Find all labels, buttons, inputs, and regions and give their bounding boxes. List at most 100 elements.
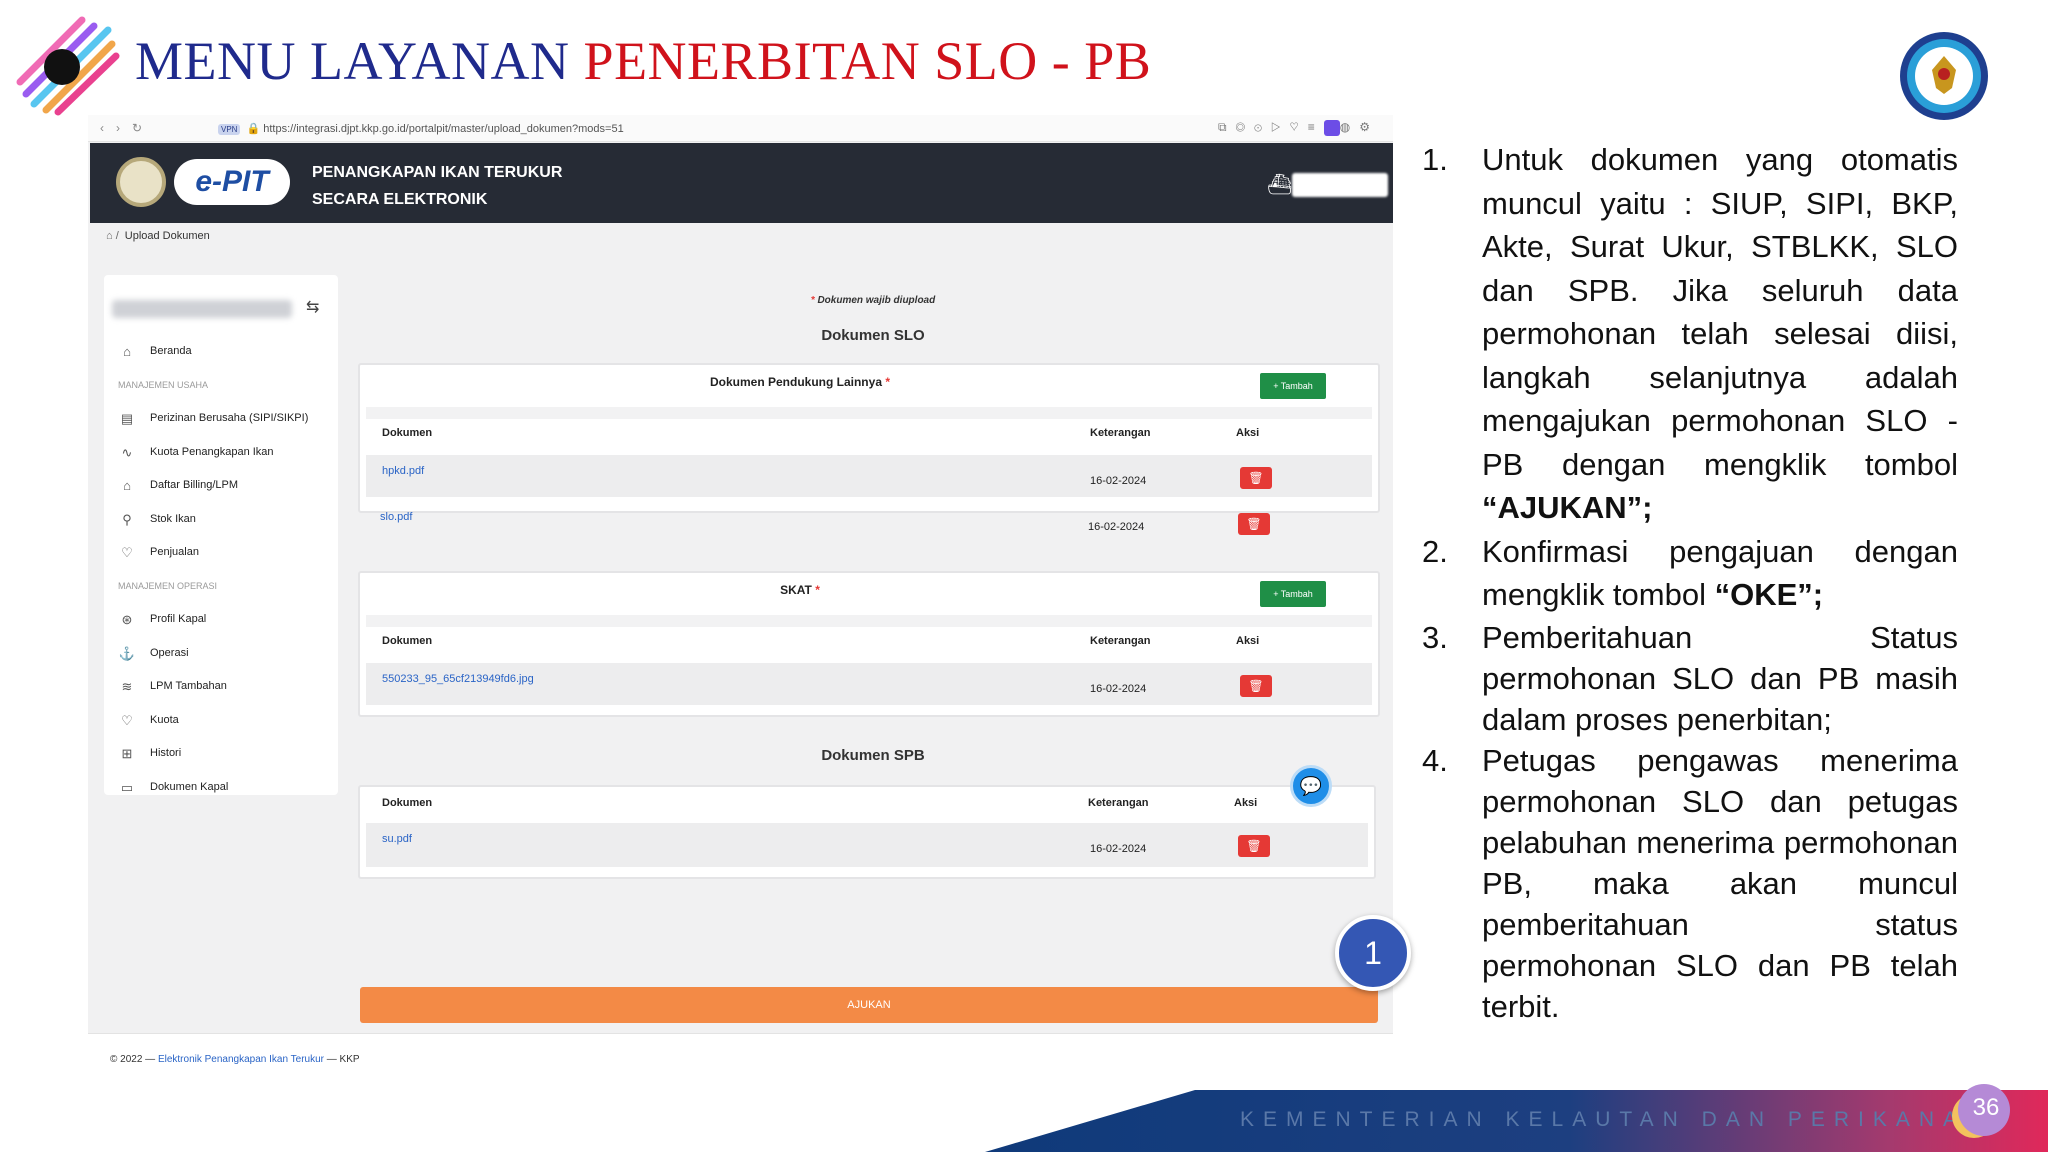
browser-extension-icons[interactable]: ⧉◎⊙▷♡≡ ◍⚙ bbox=[1218, 120, 1379, 136]
trash-icon: 🗑 bbox=[1248, 679, 1264, 693]
trash-icon: 🗑 bbox=[1248, 471, 1264, 485]
spb-section-title: Dokumen SPB bbox=[821, 747, 925, 764]
bank-icon: ⌂ bbox=[123, 478, 131, 493]
upload-date: 16-02-2024 bbox=[1088, 521, 1145, 533]
trash-icon: 🗑 bbox=[1246, 517, 1262, 531]
table-row: su.pdf 16-02-2024 🗑 bbox=[366, 823, 1368, 867]
sidebar-item-dokumen-kapal[interactable]: ▭ Dokumen Kapal bbox=[104, 771, 338, 796]
sidebar-menu: ⌂ Beranda MANAJEMEN USAHA ▤ Perizinan Berusa… bbox=[104, 335, 338, 795]
address-bar[interactable]: VPN 🔒 https://integrasi.djpt.kkp.go.id/po… bbox=[218, 122, 624, 135]
card-title: Dokumen Pendukung Lainnya * bbox=[709, 375, 891, 389]
decorative-brush-logo bbox=[16, 16, 120, 116]
file-link[interactable]: 550233_95_65cf213949fd6.jpg bbox=[382, 673, 534, 685]
sidebar-item-label: Stok Ikan bbox=[150, 512, 196, 525]
archive-icon: ▭ bbox=[120, 779, 134, 795]
delete-button[interactable]: 🗑 bbox=[1240, 467, 1272, 489]
sidebar-item-lpm-tambahan[interactable]: ≋ LPM Tambahan bbox=[104, 670, 338, 704]
shield-heart-icon: ♡ bbox=[121, 712, 133, 728]
card-dokumen-pendukung: Dokumen Pendukung Lainnya * + Tambah Dok… bbox=[358, 363, 1380, 513]
extension-icon[interactable] bbox=[1323, 120, 1340, 136]
sidebar-item-daftar-billing-lpm[interactable]: ⌂ Daftar Billing/LPM bbox=[104, 469, 338, 503]
divider bbox=[366, 407, 1372, 419]
instruction-item: 1. Untuk dokumen yang otomatis muncul yai… bbox=[1422, 142, 1958, 525]
sidebar-item-label: Beranda bbox=[150, 345, 192, 357]
breadcrumb: ⌂ / Upload Dokumen bbox=[106, 230, 210, 242]
table-row: 550233_95_65cf213949fd6.jpg 16-02-2024 🗑 bbox=[366, 663, 1372, 705]
layers-icon: ≋ bbox=[121, 679, 133, 694]
chat-button[interactable]: 💬 bbox=[1290, 765, 1332, 807]
app-header: e-PIT PENANGKAPAN IKAN TERUKUR SECARA EL… bbox=[90, 143, 1393, 223]
breadcrumb-current: Upload Dokumen bbox=[124, 230, 210, 242]
sidebar-item-beranda[interactable]: ⌂ Beranda bbox=[104, 335, 338, 369]
slide-title: MENU LAYANAN PENERBITAN SLO - PB bbox=[135, 31, 1152, 91]
ship-icon[interactable]: ⛴ bbox=[1267, 172, 1292, 197]
sidebar-item-label: Operasi bbox=[150, 646, 189, 659]
footer: © 2022 — Elektronik Penangkapan Ikan Ter… bbox=[88, 1033, 1393, 1083]
add-document-button[interactable]: + Tambah bbox=[1260, 373, 1326, 399]
main-content: * Dokumen wajib diupload Dokumen SLO Dok… bbox=[358, 275, 1388, 995]
sidebar-item-label: Penjualan bbox=[150, 546, 199, 558]
sidebar-item-penjualan[interactable]: ♡ Penjualan bbox=[104, 536, 338, 570]
trash-icon: 🗑 bbox=[1246, 839, 1262, 853]
gov-logo-icon bbox=[116, 157, 166, 207]
sidebar-item-operasi[interactable]: ⚓ Operasi bbox=[104, 637, 338, 671]
sidebar-item-kuota-penangkapan-ikan[interactable]: ∿ Kuota Penangkapan Ikan bbox=[104, 436, 338, 470]
sidebar-item-label: Profil Kapal bbox=[150, 613, 207, 625]
instruction-list: 1. Untuk dokumen yang otomatis muncul yai… bbox=[1422, 138, 1958, 1027]
ajukan-button[interactable]: AJUKAN bbox=[360, 987, 1378, 1023]
delete-button[interactable]: 🗑 bbox=[1238, 835, 1270, 857]
sidebar-item-histori[interactable]: ⊞ Histori bbox=[104, 737, 338, 771]
browser-toolbar: ‹›↻ VPN 🔒 https://integrasi.djpt.kkp.go.i… bbox=[88, 115, 1393, 142]
sidebar-item-label: Daftar Billing/LPM bbox=[150, 479, 239, 491]
delete-button[interactable]: 🗑 bbox=[1240, 675, 1272, 697]
divider bbox=[366, 615, 1372, 627]
anchor-icon: ⚓ bbox=[118, 645, 136, 661]
sidebar-user-name bbox=[112, 300, 292, 318]
file-link[interactable]: su.pdf bbox=[382, 833, 412, 845]
sidebar-item-kuota[interactable]: ♡ Kuota bbox=[104, 704, 338, 738]
sidebar: ⇆ ⌂ Beranda MANAJEMEN USAHA ▤ Perizinan Beru… bbox=[104, 275, 338, 795]
file-link[interactable]: hpkd.pdf bbox=[382, 465, 424, 477]
instruction-item: 3. Pemberitahuan Status permohonan SLO da… bbox=[1422, 619, 1958, 737]
sidebar-item-label: Kuota Penangkapan Ikan bbox=[150, 445, 274, 458]
sidebar-item-profil-kapal[interactable]: ⊛ Profil Kapal bbox=[104, 603, 338, 637]
sidebar-item-label: Perizinan Berusaha (SIPI/SIKPI) bbox=[150, 412, 309, 424]
history-icon: ⊞ bbox=[121, 746, 133, 761]
epit-logo[interactable]: e-PIT bbox=[174, 159, 290, 205]
user-menu[interactable] bbox=[1292, 173, 1388, 197]
sidebar-item-label: Kuota bbox=[150, 713, 179, 726]
home-icon[interactable]: ⌂ / bbox=[106, 230, 119, 242]
sidebar-item-label: LPM Tambahan bbox=[150, 680, 227, 692]
license-icon: ▤ bbox=[120, 411, 134, 426]
step-badge: 1 bbox=[1335, 915, 1411, 991]
swap-icon[interactable]: ⇆ bbox=[306, 297, 319, 317]
add-document-button[interactable]: + Tambah bbox=[1260, 581, 1326, 607]
footer-link[interactable]: Elektronik Penangkapan Ikan Terukur bbox=[158, 1054, 324, 1065]
file-link[interactable]: slo.pdf bbox=[380, 511, 412, 523]
home-icon: ⌂ bbox=[123, 344, 131, 359]
chat-icon: 💬 bbox=[1299, 776, 1323, 796]
browser-nav-icons[interactable]: ‹›↻ bbox=[100, 121, 154, 135]
sidebar-item-stok-ikan[interactable]: ⚲ Stok Ikan bbox=[104, 503, 338, 537]
card-title: SKAT * bbox=[780, 583, 820, 597]
required-note: * Dokumen wajib diupload bbox=[810, 295, 936, 306]
delete-button[interactable]: 🗑 bbox=[1238, 513, 1270, 535]
banner-text: KEMENTERIAN KELAUTAN DAN PERIKANAN bbox=[1240, 1108, 1991, 1131]
app-screenshot: ‹›↻ VPN 🔒 https://integrasi.djpt.kkp.go.i… bbox=[88, 115, 1393, 1083]
fish-icon: ⚲ bbox=[122, 511, 132, 527]
app-title: PENANGKAPAN IKAN TERUKUR SECARA ELEKTRON… bbox=[312, 164, 563, 208]
card-skat: SKAT * + Tambah Dokumen Keterangan Aksi … bbox=[358, 571, 1380, 717]
table-row: slo.pdf 16-02-2024 🗑 bbox=[364, 501, 1374, 543]
slo-section-title: Dokumen SLO bbox=[821, 327, 925, 344]
ministry-emblem-icon bbox=[1900, 32, 1988, 120]
sidebar-item-perizinan-berusaha-sipi-sikpi[interactable]: ▤ Perizinan Berusaha (SIPI/SIKPI) bbox=[104, 402, 338, 436]
vpn-badge: VPN bbox=[218, 124, 241, 135]
page-number: 36 bbox=[1972, 1094, 2000, 1121]
instruction-item: 4. Petugas pengawas menerima permohonan S… bbox=[1422, 742, 1958, 1024]
table-header: Dokumen Keterangan Aksi bbox=[382, 427, 1260, 439]
activity-icon: ∿ bbox=[121, 444, 133, 460]
table-header: Dokumen Keterangan Aksi bbox=[382, 635, 1260, 647]
sidebar-section-label: MANAJEMEN OPERASI bbox=[118, 580, 218, 591]
upload-date: 16-02-2024 bbox=[1090, 843, 1147, 855]
upload-date: 16-02-2024 bbox=[1090, 475, 1147, 487]
